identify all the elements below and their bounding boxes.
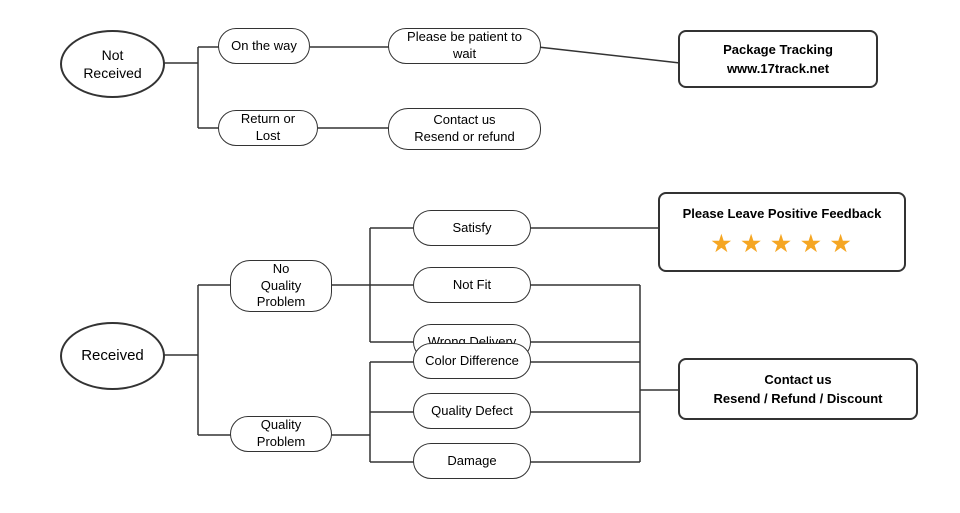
color-difference-node: Color Difference [413,343,531,379]
contact-resend-label: Contact us Resend or refund [414,112,514,146]
contact-resend-node: Contact us Resend or refund [388,108,541,150]
return-or-lost-node: Return or Lost [218,110,318,146]
star-rating: ★ ★ ★ ★ ★ [711,227,852,260]
satisfy-label: Satisfy [452,220,491,237]
received-label: Received [81,346,144,366]
no-quality-problem-node: No Quality Problem [230,260,332,312]
quality-defect-node: Quality Defect [413,393,531,429]
flowchart: Not Received On the way Return or Lost P… [0,0,960,513]
contact-refund-node: Contact us Resend / Refund / Discount [678,358,918,420]
patient-wait-label: Please be patient to wait [397,29,532,63]
damage-label: Damage [447,453,496,470]
not-fit-label: Not Fit [453,277,491,294]
quality-problem-label: Quality Problem [239,417,323,451]
on-the-way-node: On the way [218,28,310,64]
quality-defect-label: Quality Defect [431,403,513,420]
not-received-label: Not Received [83,46,141,82]
contact-refund-label: Contact us Resend / Refund / Discount [713,370,882,409]
damage-node: Damage [413,443,531,479]
positive-feedback-label: Please Leave Positive Feedback [683,204,882,224]
no-quality-problem-label: No Quality Problem [239,261,323,312]
return-or-lost-label: Return or Lost [227,111,309,145]
satisfy-node: Satisfy [413,210,531,246]
package-tracking-label: Package Tracking www.17track.net [723,40,833,79]
patient-wait-node: Please be patient to wait [388,28,541,64]
quality-problem-node: Quality Problem [230,416,332,452]
not-received-node: Not Received [60,30,165,98]
color-difference-label: Color Difference [425,353,519,370]
package-tracking-node: Package Tracking www.17track.net [678,30,878,88]
positive-feedback-node: Please Leave Positive Feedback ★ ★ ★ ★ ★ [658,192,906,272]
received-node: Received [60,322,165,390]
not-fit-node: Not Fit [413,267,531,303]
on-the-way-label: On the way [231,38,297,55]
